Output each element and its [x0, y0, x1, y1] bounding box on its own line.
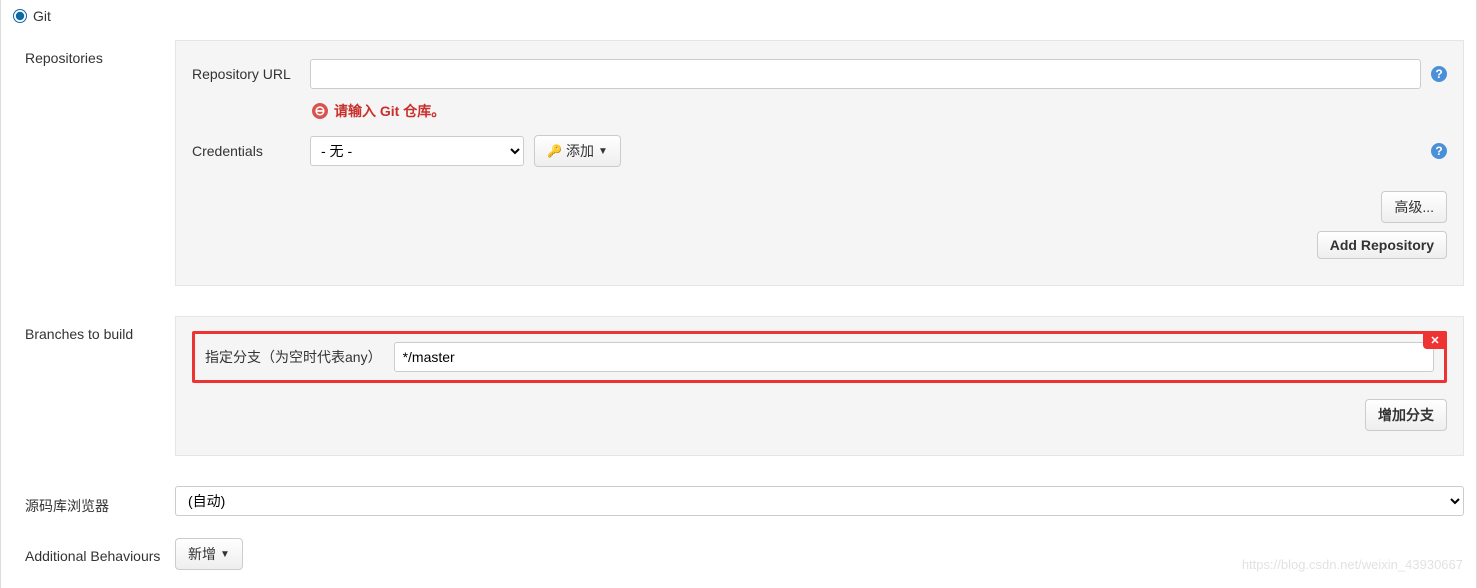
scm-git-label[interactable]: Git: [33, 8, 51, 24]
repositories-section: Repositories ? Repository URL ? ⊖ 请输入 Gi…: [1, 34, 1476, 310]
branch-specifier-input[interactable]: [394, 342, 1434, 372]
repositories-box: Repository URL ? ⊖ 请输入 Git 仓库。 Credentia…: [175, 40, 1464, 286]
branches-label: Branches to build: [25, 316, 175, 342]
repo-browser-section: 源码库浏览器 ? (自动): [1, 480, 1476, 532]
delete-branch-button[interactable]: ✕: [1423, 331, 1447, 349]
error-text: 请输入 Git 仓库。: [334, 101, 445, 121]
error-icon: ⊖: [312, 103, 328, 119]
add-behaviour-label: 新增: [188, 544, 216, 564]
advanced-button[interactable]: 高级...: [1381, 191, 1447, 223]
add-credentials-label: 添加: [566, 141, 594, 161]
branch-specifier-label: 指定分支（为空时代表any）: [205, 347, 382, 367]
repo-actions: 高级... Add Repository: [192, 191, 1447, 267]
repo-url-input[interactable]: [310, 59, 1421, 89]
additional-section: Additional Behaviours 新增 ▼: [1, 532, 1476, 588]
repositories-label: Repositories: [25, 40, 175, 66]
scm-git-radio[interactable]: [13, 9, 27, 23]
repo-url-row: Repository URL ?: [192, 59, 1447, 89]
chevron-down-icon: ▼: [220, 549, 230, 560]
branch-actions: 增加分支: [192, 399, 1447, 439]
add-branch-button[interactable]: 增加分支: [1365, 399, 1447, 431]
key-icon: 🔑: [547, 144, 562, 158]
chevron-down-icon: ▼: [598, 146, 608, 157]
help-icon[interactable]: ?: [1431, 66, 1447, 82]
credentials-select[interactable]: - 无 -: [310, 136, 524, 166]
branch-specifier-row: ✕ 指定分支（为空时代表any）: [192, 331, 1447, 383]
branches-box: ✕ 指定分支（为空时代表any） 增加分支: [175, 316, 1464, 456]
credentials-row: Credentials - 无 - 🔑 添加 ▼ ?: [192, 135, 1447, 167]
additional-label: Additional Behaviours: [25, 538, 175, 564]
credentials-label: Credentials: [192, 143, 300, 159]
scm-git-radio-row: Git: [1, 0, 1476, 34]
branches-section: Branches to build ? ✕ 指定分支（为空时代表any） 增加分…: [1, 310, 1476, 480]
add-credentials-button[interactable]: 🔑 添加 ▼: [534, 135, 621, 167]
repo-url-error: ⊖ 请输入 Git 仓库。: [312, 101, 1447, 121]
repo-browser-select[interactable]: (自动): [175, 486, 1464, 516]
repo-url-label: Repository URL: [192, 66, 300, 82]
add-repository-button[interactable]: Add Repository: [1317, 231, 1447, 259]
help-icon[interactable]: ?: [1431, 143, 1447, 159]
add-behaviour-button[interactable]: 新增 ▼: [175, 538, 243, 570]
repo-browser-label: 源码库浏览器: [25, 486, 175, 516]
